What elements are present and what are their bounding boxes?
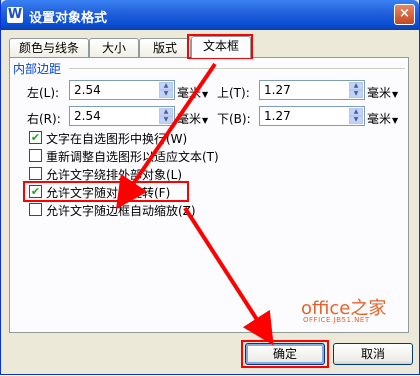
arrow-to-ok [183,206,274,346]
tab-text-box[interactable]: 文本框 [191,36,251,58]
arrow-to-option [115,62,217,210]
dialog-window: W 设置对象格式 × 颜色与线条 大小 版式 文本框 内部边距 左(L): 2.… [0,0,420,375]
